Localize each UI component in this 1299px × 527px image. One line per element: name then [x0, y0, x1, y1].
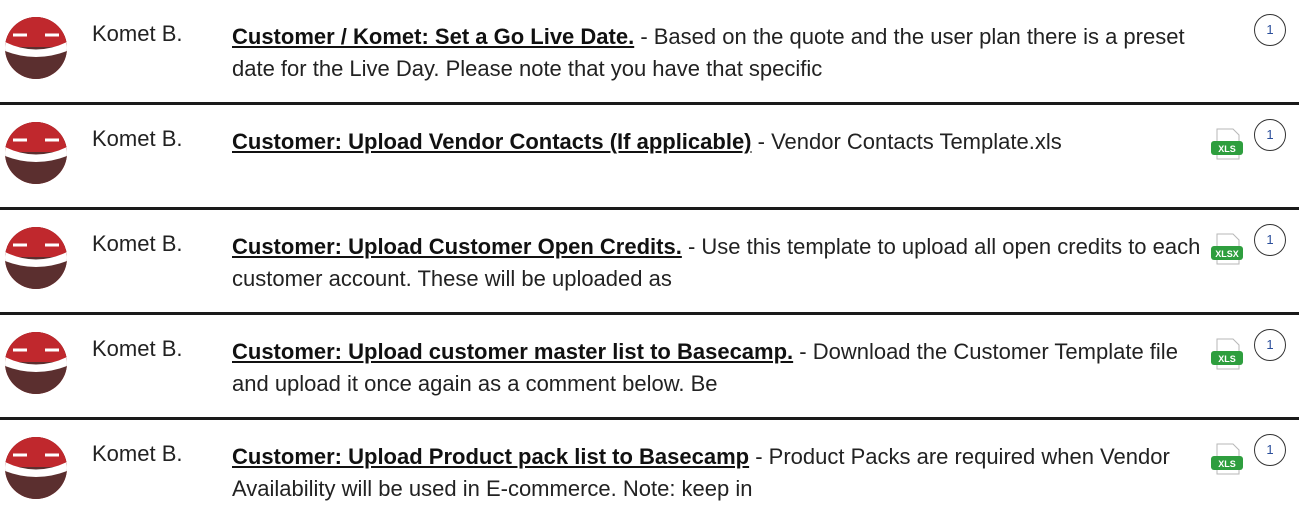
- spreadsheet-file-icon[interactable]: XLS: [1210, 442, 1244, 476]
- comment-row[interactable]: Komet B. Customer: Upload customer maste…: [0, 315, 1299, 420]
- comment-author: Komet B.: [92, 21, 183, 46]
- avatar-image: [5, 17, 67, 79]
- avatar: [5, 332, 67, 394]
- comment-author: Komet B.: [92, 231, 183, 256]
- file-type-label: XLS: [1218, 144, 1236, 154]
- comment-body: Customer: Upload Customer Open Credits. …: [232, 231, 1212, 295]
- avatar: [5, 122, 67, 184]
- spreadsheet-file-icon[interactable]: XLSX: [1210, 232, 1244, 266]
- comment-row[interactable]: Komet B. Customer / Komet: Set a Go Live…: [0, 0, 1299, 105]
- comment-body: Customer: Upload customer master list to…: [232, 336, 1212, 400]
- comment-title-link[interactable]: Customer: Upload customer master list to…: [232, 339, 793, 364]
- comment-title-link[interactable]: Customer: Upload Product pack list to Ba…: [232, 444, 749, 469]
- file-type-label: XLS: [1218, 459, 1236, 469]
- comment-row[interactable]: Komet B. Customer: Upload Vendor Contact…: [0, 105, 1299, 210]
- comment-body: Customer: Upload Vendor Contacts (If app…: [232, 126, 1212, 190]
- comment-row[interactable]: Komet B. Customer: Upload Product pack l…: [0, 420, 1299, 525]
- file-type-label: XLS: [1218, 354, 1236, 364]
- comment-title-link[interactable]: Customer: Upload Customer Open Credits.: [232, 234, 682, 259]
- comment-excerpt: - Vendor Contacts Template.xls: [751, 129, 1062, 154]
- comment-body: Customer / Komet: Set a Go Live Date. - …: [232, 21, 1212, 85]
- comment-author: Komet B.: [92, 336, 183, 361]
- comment-list: Komet B. Customer / Komet: Set a Go Live…: [0, 0, 1299, 525]
- comment-row[interactable]: Komet B. Customer: Upload Customer Open …: [0, 210, 1299, 315]
- avatar-image: [5, 122, 67, 184]
- comment-title-link[interactable]: Customer: Upload Vendor Contacts (If app…: [232, 129, 752, 154]
- spreadsheet-file-icon[interactable]: XLS: [1210, 337, 1244, 371]
- avatar-image: [5, 332, 67, 394]
- reply-count-badge[interactable]: 1: [1254, 14, 1286, 46]
- avatar-image: [5, 227, 67, 289]
- file-type-label: XLSX: [1215, 249, 1239, 259]
- reply-count-badge[interactable]: 1: [1254, 434, 1286, 466]
- reply-count-badge[interactable]: 1: [1254, 329, 1286, 361]
- comment-body: Customer: Upload Product pack list to Ba…: [232, 441, 1212, 505]
- reply-count-badge[interactable]: 1: [1254, 224, 1286, 256]
- avatar: [5, 17, 67, 79]
- reply-count-badge[interactable]: 1: [1254, 119, 1286, 151]
- avatar-image: [5, 437, 67, 499]
- comment-author: Komet B.: [92, 441, 183, 466]
- comment-title-link[interactable]: Customer / Komet: Set a Go Live Date.: [232, 24, 634, 49]
- avatar: [5, 437, 67, 499]
- avatar: [5, 227, 67, 289]
- spreadsheet-file-icon[interactable]: XLS: [1210, 127, 1244, 161]
- comment-author: Komet B.: [92, 126, 183, 151]
